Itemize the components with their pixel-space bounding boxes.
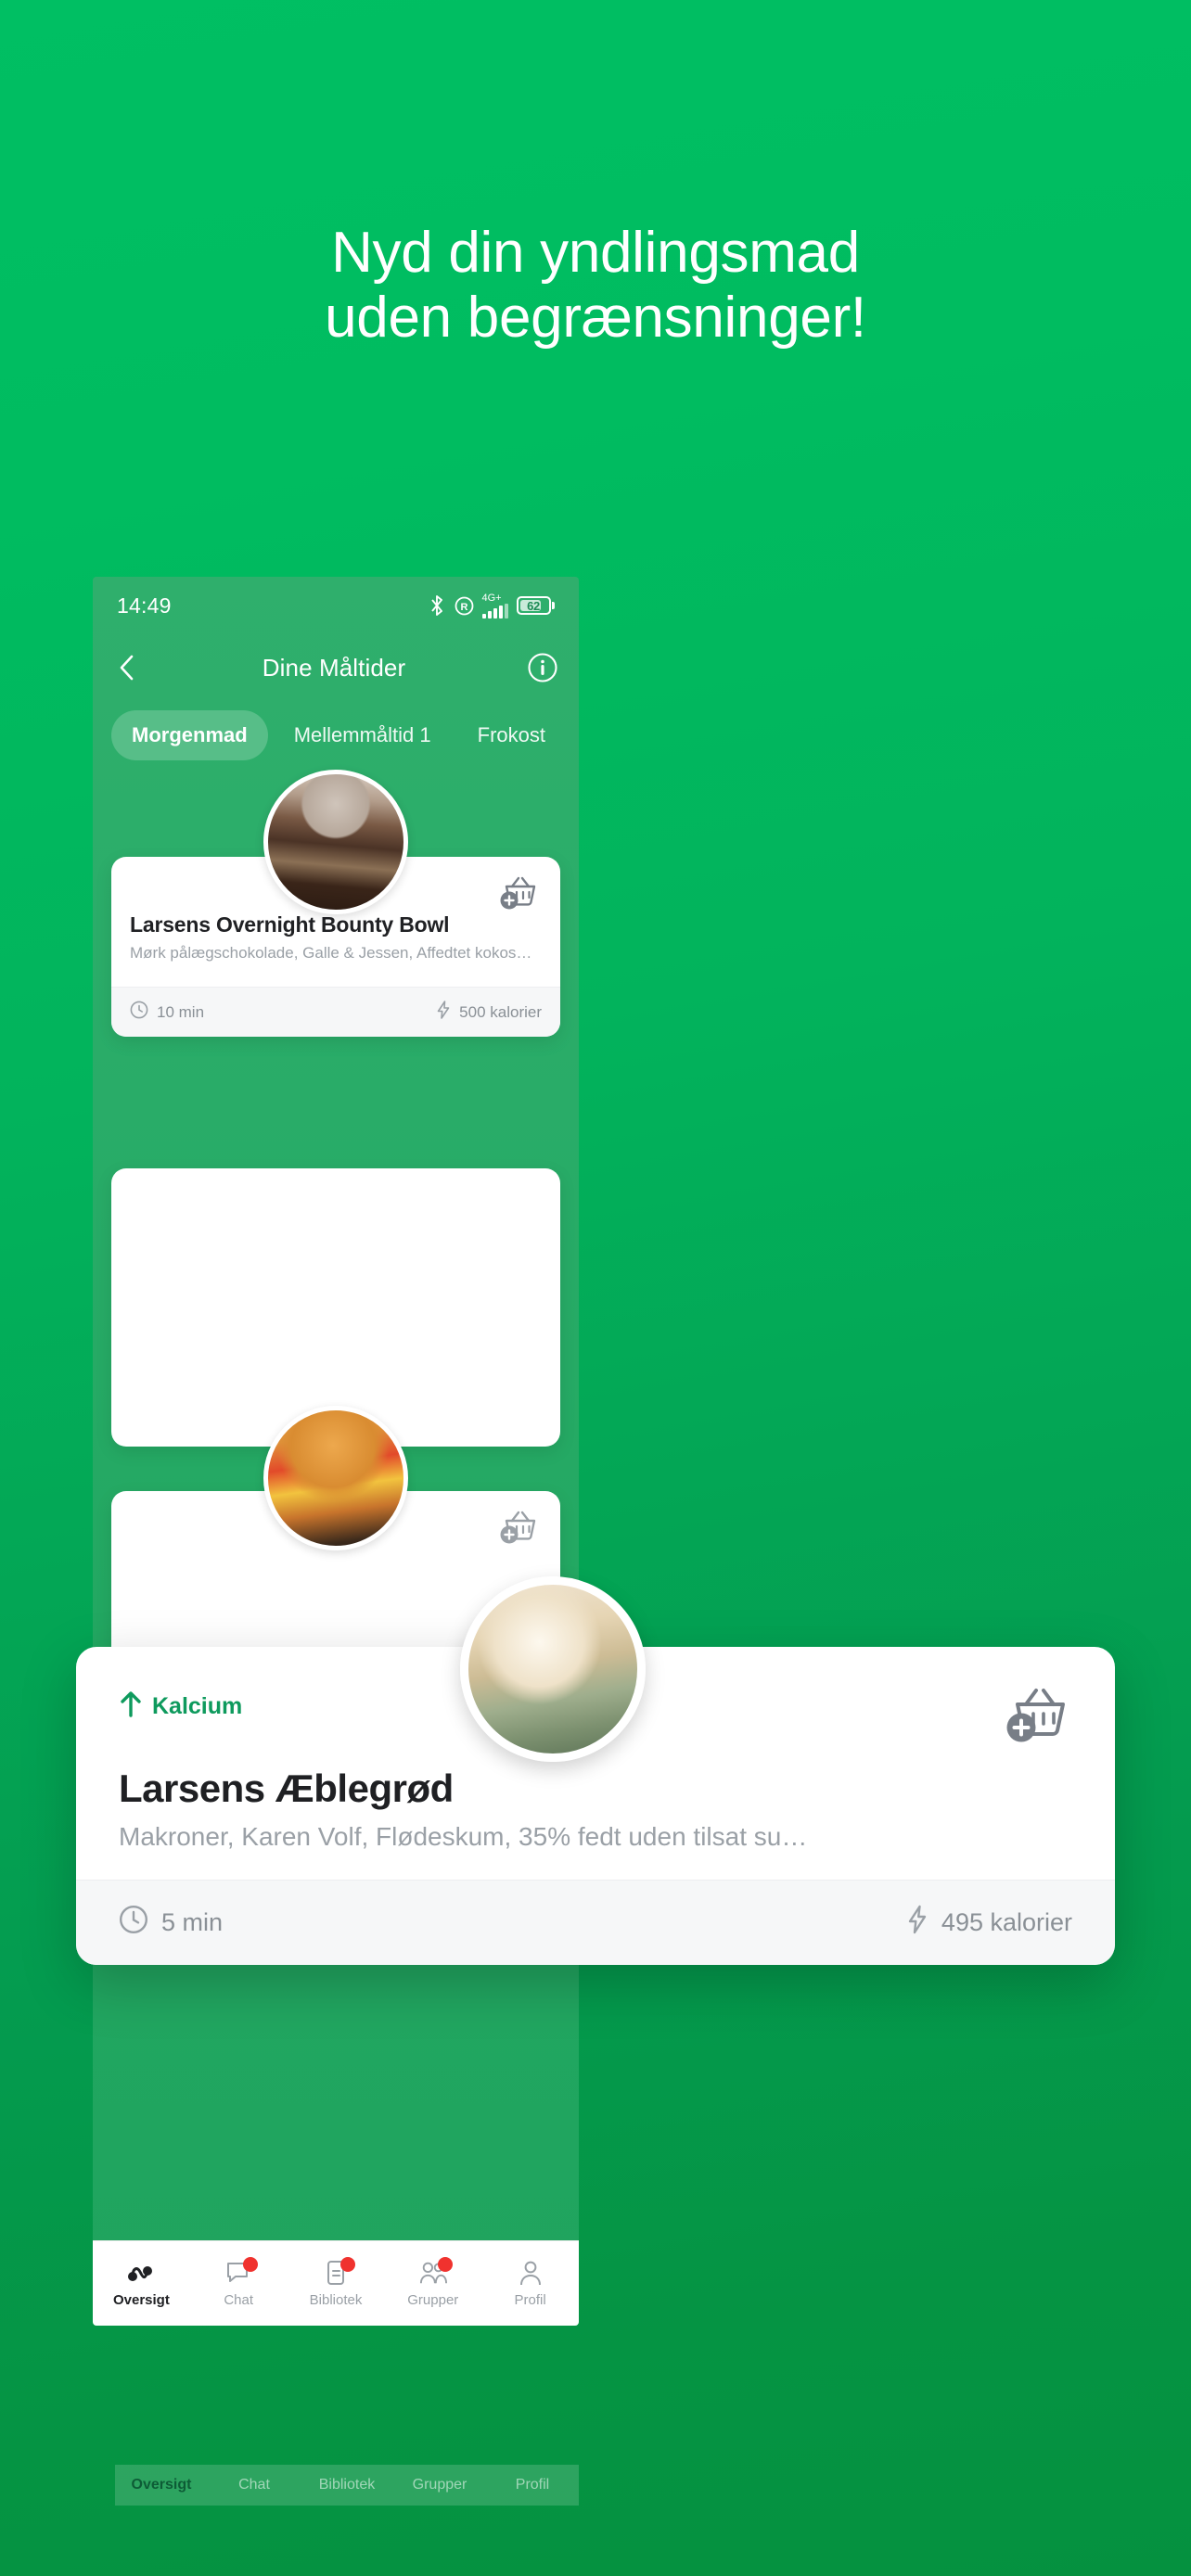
clock-icon (130, 1001, 148, 1024)
meal-time: 10 min (130, 1001, 204, 1024)
meal-photo-1 (263, 770, 408, 914)
nav-item-bibliotek[interactable]: Bibliotek (288, 2257, 385, 2308)
nav-item-grupper[interactable]: Grupper (384, 2257, 481, 2308)
bluetooth-icon (428, 595, 446, 616)
ghost-nav-grupper: Grupper (412, 2477, 467, 2493)
arrow-up-icon (119, 1690, 143, 1724)
meal-title: Larsens Overnight Bounty Bowl (130, 912, 450, 937)
chat-icon (224, 2257, 259, 2287)
nav-item-oversigt[interactable]: Oversigt (93, 2259, 190, 2308)
meal-list[interactable]: Larsens Overnight Bounty Bowl Mørk pålæg… (93, 768, 579, 2240)
network-type-label: 4G+ (481, 592, 502, 604)
tab-mellemmaaltid-1[interactable]: Mellemmåltid 1 (274, 710, 452, 760)
meal-calories-label: 500 kalorier (459, 1002, 542, 1021)
ghost-nav-profil: Profil (515, 2477, 550, 2493)
grupper-badge (437, 2257, 453, 2272)
headline-line-2: uden begrænsninger! (325, 286, 866, 351)
roaming-icon: R (455, 596, 474, 616)
nav-label-grupper: Grupper (407, 2292, 459, 2308)
status-time: 14:49 (117, 593, 172, 618)
ghost-nav-chat: Chat (238, 2477, 270, 2493)
page-title: Dine Måltider (262, 653, 406, 682)
nav-item-profil[interactable]: Profil (481, 2259, 579, 2308)
highlighted-meal-description: Makroner, Karen Volf, Flødeskum, 35% fed… (119, 1822, 808, 1851)
people-icon (419, 2257, 453, 2287)
highlighted-meal-calories: 495 kalorier (906, 1905, 1072, 1941)
bottom-navigation: Oversigt Chat Bibliotek Grupper Profil (93, 2240, 579, 2326)
add-to-basket-button-1[interactable] (497, 872, 542, 912)
meal-description: Mørk pålægschokolade, Galle & Jessen, Af… (130, 944, 542, 962)
meal-tabs: Morgenmad Mellemmåltid 1 Frokost (93, 707, 579, 764)
book-icon (322, 2257, 355, 2287)
highlighted-meal-title: Larsens Æblegrød (119, 1766, 454, 1810)
nav-label-chat: Chat (224, 2292, 254, 2308)
nav-item-chat[interactable]: Chat (190, 2257, 288, 2308)
ghost-bottom-navigation: Oversigt Chat Bibliotek Grupper Profil (115, 2465, 579, 2506)
chat-badge (243, 2257, 259, 2272)
bolt-icon (436, 1001, 451, 1024)
nutrient-badge-label: Kalcium (152, 1693, 243, 1719)
headline-line-1: Nyd din yndlingsmad (331, 221, 860, 285)
ghost-nav-bibliotek: Bibliotek (318, 2477, 376, 2493)
tab-morgenmad[interactable]: Morgenmad (111, 710, 268, 760)
meal-card-1-footer: 10 min 500 kalorier (111, 987, 560, 1037)
person-icon (517, 2259, 544, 2287)
highlighted-meal-time: 5 min (119, 1905, 223, 1941)
bibliotek-badge (339, 2257, 355, 2272)
status-icons: R 4G+ 62 (428, 592, 555, 618)
battery-icon: 62 (516, 596, 555, 615)
signal-icon: 4G+ (481, 592, 508, 618)
promo-headline: Nyd din yndlingsmad uden begrænsninger! (0, 221, 1191, 351)
highlighted-meal-photo (460, 1576, 646, 1762)
phone-screen: 14:49 R 4G+ 62 Dine Måltider Morgenmad M… (93, 577, 579, 2326)
nav-label-profil: Profil (514, 2292, 546, 2308)
add-to-basket-button-2[interactable] (1002, 1680, 1074, 1747)
battery-level-label: 62 (527, 598, 540, 613)
nav-label-oversigt: Oversigt (112, 2292, 170, 2308)
meal-calories: 500 kalorier (436, 1001, 542, 1024)
highlighted-meal-calories-label: 495 kalorier (941, 1908, 1072, 1936)
highlighted-meal-time-label: 5 min (161, 1908, 224, 1936)
meal-card-2[interactable] (111, 1168, 560, 1447)
nav-label-bibliotek: Bibliotek (309, 2292, 363, 2308)
tab-frokost[interactable]: Frokost (457, 710, 566, 760)
status-bar: 14:49 R 4G+ 62 (93, 577, 579, 634)
highlighted-meal-footer: 5 min 495 kalorier (76, 1880, 1115, 1965)
ghost-nav-oversigt: Oversigt (131, 2477, 192, 2493)
signal-bars (481, 603, 508, 618)
activity-icon (127, 2259, 155, 2287)
app-bar: Dine Måltider (93, 634, 579, 701)
add-to-basket-button-3[interactable] (497, 1506, 542, 1547)
info-icon[interactable] (527, 652, 558, 683)
bolt-icon (906, 1905, 928, 1941)
meal-photo-3 (263, 1406, 408, 1550)
svg-text:R: R (460, 602, 467, 613)
clock-icon (119, 1905, 148, 1941)
meal-time-label: 10 min (157, 1002, 205, 1021)
back-icon[interactable] (113, 654, 141, 682)
